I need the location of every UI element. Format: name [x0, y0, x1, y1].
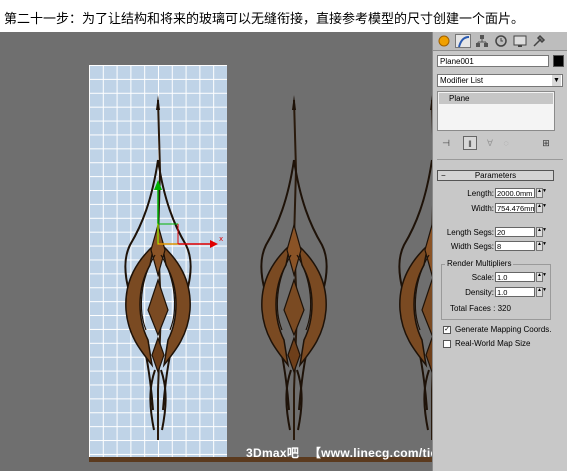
- parameters-title: Parameters: [474, 171, 517, 180]
- gizmo-x-label: x: [219, 235, 224, 243]
- ornament-right: [398, 94, 432, 441]
- length-row: Length: 2000.0mm ▲▼: [433, 188, 567, 199]
- scale-row: Scale: 1.0 ▲▼: [433, 272, 567, 283]
- remove-modifier-icon[interactable]: ◌: [499, 136, 513, 150]
- configure-sets-icon[interactable]: ⊞: [539, 136, 553, 150]
- density-spinner[interactable]: ▲▼: [536, 287, 547, 297]
- stack-item-plane[interactable]: Plane: [439, 93, 553, 104]
- modify-icon[interactable]: [455, 34, 471, 48]
- watermark: 3Dmax吧 【www.linecg.com/tieba/1771】: [246, 444, 432, 461]
- command-panel-tabs: [433, 32, 567, 51]
- make-unique-icon[interactable]: ∀: [483, 136, 497, 150]
- ornament-left: [124, 94, 192, 441]
- length-label: Length:: [467, 189, 494, 198]
- pin-stack-icon[interactable]: ⊣: [439, 136, 453, 150]
- command-panel: Plane001 Modifier List ▼ Plane ⊣ ‖ ∀ ◌ ⊞…: [432, 32, 567, 471]
- length-spinner[interactable]: ▲▼: [536, 188, 547, 198]
- show-end-result-icon[interactable]: ‖: [463, 136, 477, 150]
- divider: [437, 159, 563, 160]
- density-label: Density:: [465, 288, 494, 297]
- modifier-list-label: Modifier List: [440, 76, 484, 85]
- width-segs-label: Width Segs:: [450, 242, 494, 251]
- width-segs-field[interactable]: 8: [495, 241, 535, 251]
- width-segs-row: Width Segs: 8 ▲▼: [433, 241, 567, 252]
- perspective-viewport[interactable]: x 3Dmax吧 【www.linecg.com/tieba/1771】: [0, 32, 432, 471]
- length-segs-spinner[interactable]: ▲▼: [536, 227, 547, 237]
- generate-mapping-checkbox[interactable]: ✓: [443, 326, 451, 334]
- step-caption: 第二十一步：为了让结构和将来的玻璃可以无缝衔接，直接参考模型的尺寸创建一个面片。: [4, 12, 525, 27]
- real-world-map-checkbox[interactable]: [443, 340, 451, 348]
- width-label: Width:: [471, 204, 494, 213]
- render-multipliers-title: Render Multipliers: [445, 259, 514, 268]
- length-segs-label: Length Segs:: [446, 228, 494, 237]
- generate-mapping-label: Generate Mapping Coords.: [455, 325, 552, 334]
- ornament-middle: [260, 94, 328, 441]
- stack-toolbar: ⊣ ‖ ∀ ◌ ⊞: [437, 136, 563, 150]
- scale-spinner[interactable]: ▲▼: [536, 272, 547, 282]
- real-world-map-label: Real-World Map Size: [455, 339, 531, 348]
- density-field[interactable]: 1.0: [495, 287, 535, 297]
- width-spinner[interactable]: ▲▼: [536, 203, 547, 213]
- motion-icon[interactable]: [493, 34, 509, 48]
- parameters-rollout-header[interactable]: − Parameters: [437, 170, 554, 181]
- scale-field[interactable]: 1.0: [495, 272, 535, 282]
- create-icon[interactable]: [436, 34, 452, 48]
- total-faces: Total Faces : 320: [450, 304, 511, 313]
- length-field[interactable]: 2000.0mm: [495, 188, 535, 198]
- watermark-url: 【www.linecg.com/tieba/1771】: [308, 446, 432, 460]
- scale-label: Scale:: [471, 273, 494, 282]
- width-row: Width: 754.476mm ▲▼: [433, 203, 567, 214]
- viewport-scene: [124, 94, 432, 441]
- watermark-site: 3Dmax吧: [246, 446, 300, 460]
- display-icon[interactable]: [512, 34, 528, 48]
- chevron-down-icon: ▼: [552, 75, 561, 86]
- collapse-icon: −: [441, 171, 446, 180]
- width-field[interactable]: 754.476mm: [495, 203, 535, 213]
- length-segs-row: Length Segs: 20 ▲▼: [433, 227, 567, 238]
- width-segs-spinner[interactable]: ▲▼: [536, 241, 547, 251]
- length-segs-field[interactable]: 20: [495, 227, 535, 237]
- hierarchy-icon[interactable]: [474, 34, 490, 48]
- modifier-list-dropdown[interactable]: Modifier List ▼: [437, 74, 563, 87]
- object-name-field[interactable]: Plane001: [437, 55, 549, 67]
- density-row: Density: 1.0 ▲▼: [433, 287, 567, 298]
- utilities-icon[interactable]: [531, 34, 547, 48]
- modifier-stack[interactable]: Plane: [437, 91, 555, 131]
- object-color-swatch[interactable]: [553, 55, 564, 67]
